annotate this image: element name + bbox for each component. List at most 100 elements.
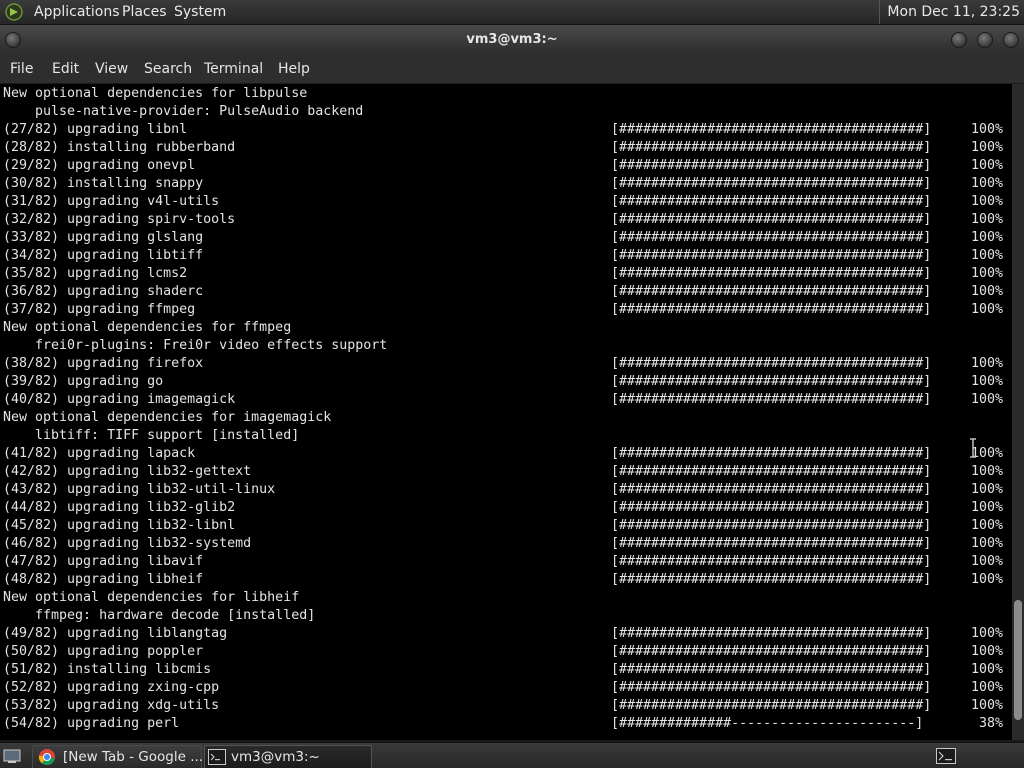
window-titlebar[interactable]: vm3@vm3:~ (0, 25, 1024, 55)
top-panel: Applications Places System Mon Dec 11, 2… (0, 0, 1024, 25)
places-menu[interactable]: Places (122, 4, 167, 20)
terminal-line: (32/82) upgrading spirv-tools (3, 212, 236, 227)
terminal-line: (34/82) upgrading libtiff (3, 248, 204, 263)
close-button[interactable] (1003, 32, 1019, 48)
terminal-progress-bar: [######################################] (611, 212, 932, 227)
menu-search[interactable]: Search (144, 61, 192, 77)
terminal-line: (48/82) upgrading libheif (3, 572, 204, 587)
ibeam-cursor-icon (970, 438, 976, 458)
terminal-progress-percent: 100% (970, 680, 1003, 695)
terminal-progress-percent: 100% (970, 176, 1003, 191)
terminal-progress-bar: [######################################] (611, 698, 932, 713)
scrollbar-thumb[interactable] (1014, 600, 1022, 720)
terminal-progress-bar: [######################################] (611, 572, 932, 587)
terminal-line: (47/82) upgrading libavif (3, 554, 204, 569)
window-title: vm3@vm3:~ (466, 32, 558, 47)
terminal-line: (31/82) upgrading v4l-utils (3, 194, 220, 209)
menu-file[interactable]: File (10, 61, 33, 77)
terminal-progress-bar: [######################################] (611, 626, 932, 641)
taskbar-item-browser[interactable]: [New Tab - Google ... (32, 745, 204, 768)
terminal-line: (54/82) upgrading perl (3, 716, 180, 731)
menu-edit[interactable]: Edit (52, 61, 79, 77)
terminal-line: (27/82) upgrading libnl (3, 122, 188, 137)
terminal-progress-bar: [######################################] (611, 230, 932, 245)
system-menu[interactable]: System (174, 4, 226, 20)
terminal-line: (39/82) upgrading go (3, 374, 164, 389)
applications-menu[interactable]: Applications (34, 4, 120, 20)
terminal-line: (35/82) upgrading lcms2 (3, 266, 188, 281)
terminal-progress-bar: [######################################] (611, 392, 932, 407)
menu-view[interactable]: View (95, 61, 128, 77)
terminal-line: New optional dependencies for libpulse (3, 86, 308, 101)
terminal-line: (50/82) upgrading poppler (3, 644, 204, 659)
terminal-progress-percent: 100% (970, 392, 1003, 407)
terminal-line: (36/82) upgrading shaderc (3, 284, 204, 299)
terminal-line: New optional dependencies for libheif (3, 590, 300, 605)
terminal-scrollbar[interactable] (1012, 84, 1024, 740)
minimize-button[interactable] (951, 32, 967, 48)
terminal-line: (40/82) upgrading imagemagick (3, 392, 236, 407)
terminal-progress-percent: 100% (970, 374, 1003, 389)
desktop-screen: Applications Places System Mon Dec 11, 2… (0, 0, 1024, 768)
terminal-progress-percent: 38% (970, 716, 1003, 731)
terminal-line: (41/82) upgrading lapack (3, 446, 196, 461)
terminal-line: (43/82) upgrading lib32-util-linux (3, 482, 276, 497)
terminal-line: pulse-native-provider: PulseAudio backen… (3, 104, 364, 119)
terminal-progress-percent: 100% (970, 248, 1003, 263)
terminal-progress-percent: 100% (970, 464, 1003, 479)
terminal-line: (44/82) upgrading lib32-glib2 (3, 500, 236, 515)
terminal-line: (37/82) upgrading ffmpeg (3, 302, 196, 317)
terminal-progress-bar: [######################################] (611, 644, 932, 659)
distro-logo-icon[interactable] (5, 3, 23, 21)
terminal-progress-percent: 100% (970, 554, 1003, 569)
chrome-icon (38, 749, 55, 765)
terminal-progress-bar: [######################################] (611, 536, 932, 551)
terminal-progress-bar: [######################################] (611, 446, 932, 461)
clock[interactable]: Mon Dec 11, 23:25 (879, 0, 1024, 24)
terminal-progress-bar: [######################################] (611, 662, 932, 677)
terminal-progress-bar: [######################################] (611, 680, 932, 695)
terminal-progress-percent: 100% (970, 698, 1003, 713)
maximize-button[interactable] (977, 32, 993, 48)
terminal-progress-percent: 100% (970, 356, 1003, 371)
terminal-line: (30/82) installing snappy (3, 176, 204, 191)
terminal-line: (45/82) upgrading lib32-libnl (3, 518, 236, 533)
terminal-progress-bar: [######################################] (611, 176, 932, 191)
terminal-progress-percent: 100% (970, 500, 1003, 515)
taskbar-item-label: [New Tab - Google ... (63, 749, 204, 765)
terminal-line: (52/82) upgrading zxing-cpp (3, 680, 220, 695)
terminal-progress-bar: [######################################] (611, 248, 932, 263)
menu-help[interactable]: Help (278, 61, 310, 77)
tray-terminal-icon[interactable] (936, 748, 956, 764)
terminal-progress-percent: 100% (970, 662, 1003, 677)
terminal-line: (42/82) upgrading lib32-gettext (3, 464, 252, 479)
terminal-progress-bar: [######################################] (611, 500, 932, 515)
terminal-line: New optional dependencies for imagemagic… (3, 410, 332, 425)
terminal-progress-percent: 100% (970, 122, 1003, 137)
terminal-line: (46/82) upgrading lib32-systemd (3, 536, 252, 551)
terminal-progress-bar: [######################################] (611, 266, 932, 281)
taskbar-item-terminal[interactable]: vm3@vm3:~ (204, 745, 372, 768)
terminal-line: (51/82) installing libcmis (3, 662, 212, 677)
terminal-line: New optional dependencies for ffmpeg (3, 320, 292, 335)
terminal-progress-bar: [######################################] (611, 374, 932, 389)
show-desktop-icon[interactable] (3, 747, 21, 765)
terminal-progress-bar: [######################################] (611, 356, 932, 371)
terminal-progress-percent: 100% (970, 644, 1003, 659)
menu-terminal[interactable]: Terminal (204, 61, 263, 77)
terminal-output[interactable]: New optional dependencies for libpulse p… (0, 84, 1012, 740)
terminal-progress-bar: [######################################] (611, 284, 932, 299)
terminal-line: (29/82) upgrading onevpl (3, 158, 196, 173)
terminal-progress-percent: 100% (970, 518, 1003, 533)
terminal-line: (28/82) installing rubberband (3, 140, 236, 155)
terminal-progress-bar: [######################################] (611, 302, 932, 317)
terminal-line: (33/82) upgrading glslang (3, 230, 204, 245)
bottom-panel: [New Tab - Google ... vm3@vm3:~ (0, 742, 1024, 768)
taskbar-item-label: vm3@vm3:~ (231, 749, 320, 765)
terminal-progress-percent: 100% (970, 572, 1003, 587)
terminal-line: libtiff: TIFF support [installed] (3, 428, 300, 443)
terminal-progress-bar: [######################################] (611, 482, 932, 497)
terminal-line: (53/82) upgrading xdg-utils (3, 698, 220, 713)
terminal-progress-bar: [######################################] (611, 140, 932, 155)
terminal-progress-percent: 100% (970, 230, 1003, 245)
